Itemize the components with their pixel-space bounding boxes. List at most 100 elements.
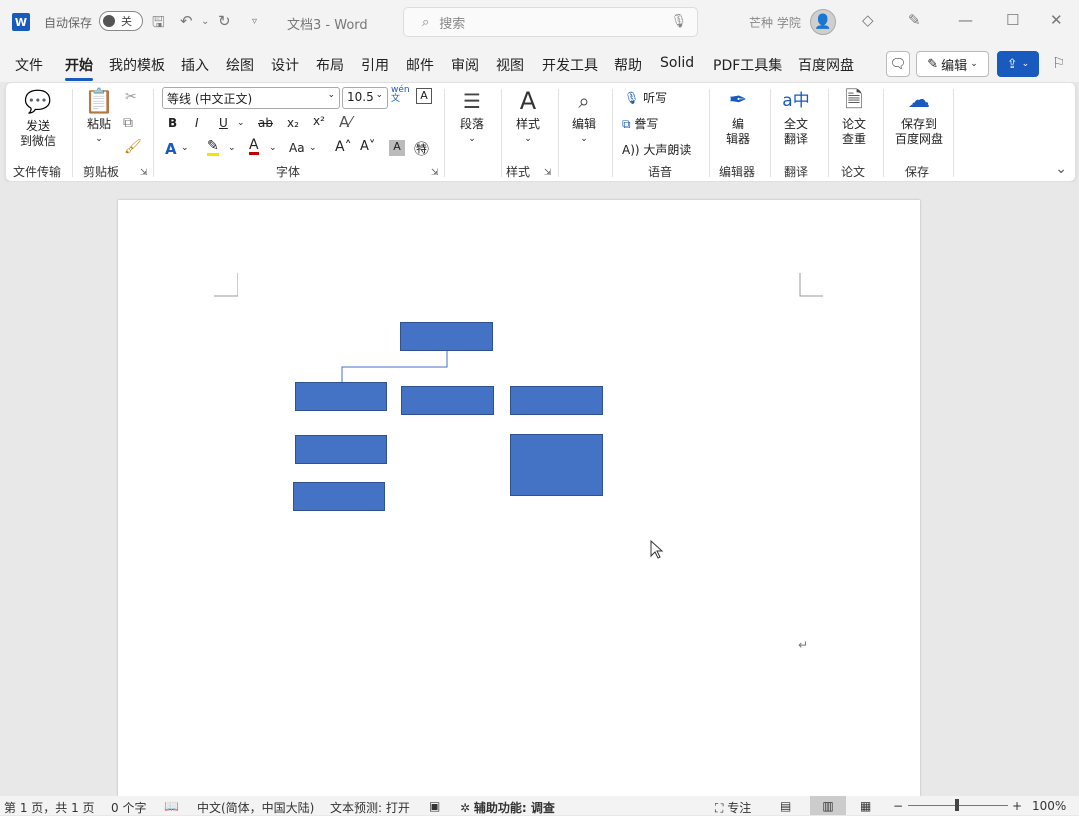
format-painter-icon[interactable]: 🖌 xyxy=(124,139,142,155)
page-count[interactable]: 第 1 页，共 1 页 xyxy=(4,799,95,816)
italic-button[interactable]: I xyxy=(195,116,199,130)
tab-solid[interactable]: Solid xyxy=(660,55,694,71)
font-color-chevron-icon[interactable]: ⌄ xyxy=(269,143,277,153)
zoom-level[interactable]: 100% xyxy=(1032,799,1066,813)
org-box-left-1[interactable] xyxy=(295,382,387,411)
tab-design[interactable]: 设计 xyxy=(271,55,299,75)
read-mode-icon[interactable]: ▤ xyxy=(780,799,791,813)
dictate-button[interactable]: 🎙 听写 xyxy=(624,89,667,106)
microphone-icon[interactable]: 🎙 xyxy=(670,14,687,29)
tab-help[interactable]: 帮助 xyxy=(614,55,642,75)
comments-button[interactable]: 🗨 xyxy=(886,51,910,77)
superscript-button[interactable]: x² xyxy=(313,114,325,128)
read-aloud-button[interactable]: A)) 大声朗读 xyxy=(622,141,691,158)
highlight-chevron-icon[interactable]: ⌄ xyxy=(228,143,236,153)
print-layout-icon[interactable]: ▥ xyxy=(810,796,846,815)
accessibility-button[interactable]: ✲ 辅助功能: 调查 xyxy=(460,799,555,816)
zoom-slider-thumb[interactable] xyxy=(955,799,959,811)
font-size-select[interactable]: 10.5 ⌄ xyxy=(342,87,388,109)
customize-qat-icon[interactable]: ▿ xyxy=(252,16,257,27)
redo-icon[interactable]: ↻ xyxy=(218,12,231,30)
save-icon[interactable]: 🖫 xyxy=(152,12,165,37)
tab-mailings[interactable]: 邮件 xyxy=(406,55,434,75)
undo-dropdown-icon[interactable]: ⌄ xyxy=(201,16,209,27)
copilot-icon[interactable]: ⚐ xyxy=(1052,54,1065,72)
close-icon[interactable]: ✕ xyxy=(1050,11,1063,29)
grow-font-icon[interactable]: A˄ xyxy=(335,139,352,155)
tab-view[interactable]: 视图 xyxy=(496,55,524,75)
send-to-wechat-button[interactable]: 💬 发送 到微信 xyxy=(16,91,60,149)
focus-button[interactable]: ⛶ 专注 xyxy=(715,799,751,816)
editing-button[interactable]: ⌕ 编辑 ⌄ xyxy=(562,89,606,147)
zoom-in-icon[interactable]: + xyxy=(1012,799,1022,813)
text-effects-chevron-icon[interactable]: ⌄ xyxy=(181,143,189,153)
underline-button[interactable]: U xyxy=(219,116,228,130)
font-color-icon[interactable]: A xyxy=(249,138,259,155)
tab-references[interactable]: 引用 xyxy=(361,55,389,75)
clipboard-launcher-icon[interactable]: ⇲ xyxy=(140,168,148,178)
shrink-font-icon[interactable]: A˅ xyxy=(360,139,375,154)
tab-pdf-tools[interactable]: PDF工具集 xyxy=(713,55,782,75)
tab-review[interactable]: 审阅 xyxy=(451,55,479,75)
character-border-icon[interactable]: A xyxy=(416,88,432,104)
phonetic-guide-icon[interactable]: wén 文 xyxy=(391,86,410,104)
minimize-icon[interactable]: — xyxy=(958,11,973,29)
transcribe-button[interactable]: ⧉ 誊写 xyxy=(622,115,658,132)
org-box-left-3[interactable] xyxy=(293,482,385,511)
tab-layout[interactable]: 布局 xyxy=(316,55,344,75)
text-effects-icon[interactable]: A xyxy=(165,140,177,158)
font-name-select[interactable]: 等线 (中文正文) ⌄ xyxy=(162,87,340,109)
tab-draw[interactable]: 绘图 xyxy=(226,55,254,75)
cut-icon[interactable]: ✂ xyxy=(125,89,137,105)
avatar[interactable]: 👤 xyxy=(810,9,836,35)
underline-chevron-icon[interactable]: ⌄ xyxy=(237,118,245,128)
proofing-icon[interactable]: 📖 xyxy=(164,799,179,813)
strikethrough-button[interactable]: ab xyxy=(258,116,273,130)
styles-launcher-icon[interactable]: ⇲ xyxy=(544,168,552,178)
search-box[interactable]: ⌕ 搜索 🎙 xyxy=(403,7,698,37)
subscript-button[interactable]: x₂ xyxy=(287,116,299,130)
autosave-toggle[interactable]: 关 xyxy=(99,11,143,31)
paste-button[interactable]: 📋 粘贴 ⌄ xyxy=(80,89,118,147)
language[interactable]: 中文(简体，中国大陆) xyxy=(197,799,314,816)
paper-check-button[interactable]: 🗎 论文 查重 xyxy=(832,89,876,147)
styles-button[interactable]: A 样式 ⌄ xyxy=(506,89,550,147)
collapse-ribbon-icon[interactable]: ⌄ xyxy=(1055,161,1067,177)
zoom-out-icon[interactable]: − xyxy=(893,799,903,813)
text-prediction[interactable]: 文本预测: 打开 xyxy=(330,799,410,816)
tab-baidu-netdisk[interactable]: 百度网盘 xyxy=(798,55,854,75)
bold-button[interactable]: B xyxy=(168,116,177,130)
pen-icon[interactable]: ✎ xyxy=(908,11,921,29)
character-shading-icon[interactable]: A xyxy=(389,140,405,156)
diamond-icon[interactable]: ◇ xyxy=(862,11,874,29)
tab-home[interactable]: 开始 xyxy=(65,55,93,81)
tab-developer[interactable]: 开发工具 xyxy=(542,55,598,75)
undo-icon[interactable]: ↶ xyxy=(180,12,193,30)
font-launcher-icon[interactable]: ⇲ xyxy=(431,168,439,178)
enclose-characters-icon[interactable]: ㊕ xyxy=(414,138,429,159)
org-box-middle[interactable] xyxy=(401,386,494,415)
tab-my-templates[interactable]: 我的模板 xyxy=(109,55,165,75)
group-separator xyxy=(72,89,73,177)
share-button[interactable]: ⇪ ⌄ xyxy=(997,51,1039,77)
editing-mode-button[interactable]: ✎ 编辑 ⌄ xyxy=(916,51,989,77)
word-count[interactable]: 0 个字 xyxy=(111,799,146,816)
highlight-icon[interactable]: ✎ xyxy=(207,139,219,156)
tab-file[interactable]: 文件 xyxy=(15,55,43,75)
paragraph-button[interactable]: ☰ 段落 ⌄ xyxy=(450,89,494,147)
change-case-chevron-icon[interactable]: ⌄ xyxy=(309,143,317,153)
org-box-right[interactable] xyxy=(510,386,603,415)
web-layout-icon[interactable]: ▦ xyxy=(860,799,871,813)
clear-formatting-icon[interactable]: A⁄ xyxy=(339,113,352,131)
translate-button[interactable]: a中 全文 翻译 xyxy=(774,89,818,147)
macro-icon[interactable]: ▣ xyxy=(429,799,440,813)
save-to-baidu-button[interactable]: ☁ 保存到 百度网盘 xyxy=(889,89,949,147)
org-box-left-2[interactable] xyxy=(295,435,387,464)
tab-insert[interactable]: 插入 xyxy=(181,55,209,75)
org-box-right-large[interactable] xyxy=(510,434,603,496)
copy-icon[interactable]: ⧉ xyxy=(123,115,133,131)
change-case-icon[interactable]: Aa xyxy=(289,141,305,155)
maximize-icon[interactable]: ☐ xyxy=(1006,11,1019,29)
editor-button[interactable]: ✒ 编 辑器 xyxy=(716,89,760,147)
org-box-top[interactable] xyxy=(400,322,493,351)
